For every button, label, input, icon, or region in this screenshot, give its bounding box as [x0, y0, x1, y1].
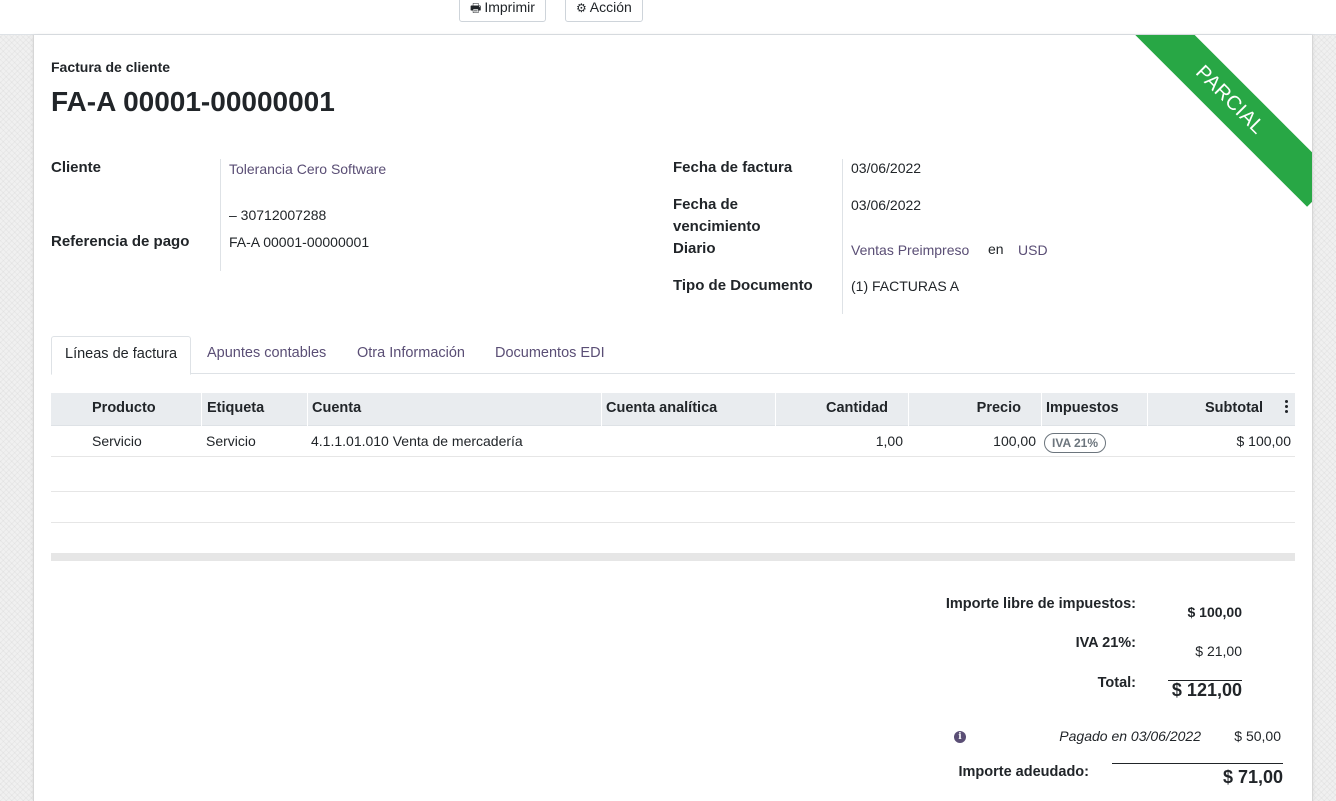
empty-table-row — [51, 492, 1295, 523]
table-footer-band — [51, 553, 1295, 561]
tax-amount-label: IVA 21%: — [1075, 635, 1136, 651]
action-button[interactable]: ⚙ Acción — [565, 0, 643, 22]
tax-amount-value: $ 21,00 — [1195, 643, 1242, 659]
payment-amount: $ 50,00 — [1234, 728, 1281, 744]
column-header-analytic-account[interactable]: Cuenta analítica — [601, 393, 775, 426]
column-header-subtotal[interactable]: Subtotal — [1147, 393, 1295, 426]
journal-label: Diario — [673, 240, 716, 257]
document-type-label: Tipo de Documento — [673, 277, 813, 294]
table-row[interactable]: Servicio Servicio 4.1.1.01.010 Venta de … — [51, 426, 1295, 457]
cell-quantity: 1,00 — [875, 433, 903, 449]
invoice-lines-header: Producto Etiqueta Cuenta Cuenta analític… — [51, 393, 1295, 426]
journal-link[interactable]: Ventas Preimpreso — [851, 239, 969, 261]
print-icon: 🖶 — [470, 0, 482, 15]
print-button[interactable]: 🖶 Imprimir — [459, 0, 546, 22]
untaxed-amount-label: Importe libre de impuestos: — [945, 596, 1136, 612]
amount-due-separator — [1112, 763, 1283, 764]
notebook-tabs: Líneas de factura Apuntes contables Otra… — [51, 336, 1295, 375]
cell-price: 100,00 — [993, 433, 1036, 449]
invoice-date-label: Fecha de factura — [673, 159, 793, 176]
column-header-account[interactable]: Cuenta — [307, 393, 601, 426]
column-header-taxes[interactable]: Impuestos — [1041, 393, 1147, 426]
customer-cuit: – 30712007288 — [229, 207, 327, 223]
column-header-label[interactable]: Etiqueta — [201, 393, 307, 426]
tab-invoice-lines[interactable]: Líneas de factura — [51, 336, 192, 375]
column-header-price[interactable]: Precio — [908, 393, 1041, 426]
invoice-sheet: PARCIAL Factura de cliente FA-A 00001-00… — [33, 35, 1313, 801]
column-header-quantity[interactable]: Cantidad — [775, 393, 908, 426]
column-header-product[interactable]: Producto — [88, 393, 201, 426]
total-label: Total: — [1097, 675, 1136, 691]
document-type-value[interactable]: (1) FACTURAS A — [851, 275, 959, 297]
cell-product: Servicio — [92, 433, 142, 449]
payment-reference-label: Referencia de pago — [51, 233, 190, 250]
field-divider — [842, 159, 843, 314]
amount-due-value: $ 71,00 — [1222, 767, 1283, 787]
empty-table-row — [51, 461, 1295, 492]
journal-in-text: en — [988, 241, 1004, 257]
due-date-value[interactable]: 03/06/2022 — [851, 194, 921, 216]
print-button-label: Imprimir — [484, 0, 535, 15]
optional-columns-icon[interactable] — [1285, 400, 1289, 414]
cell-subtotal: $ 100,00 — [1236, 433, 1292, 449]
field-divider — [220, 159, 221, 271]
payment-date-text: Pagado en 03/06/2022 — [1059, 728, 1201, 744]
document-type-title: Factura de cliente — [51, 59, 171, 75]
tab-journal-items[interactable]: Apuntes contables — [194, 336, 339, 374]
due-date-label-line1: Fecha de — [673, 196, 739, 213]
customer-label: Cliente — [51, 159, 102, 176]
action-button-label: Acción — [589, 0, 632, 15]
currency-link[interactable]: USD — [1018, 239, 1048, 261]
gear-icon: ⚙ — [576, 0, 587, 15]
invoice-number: FA-A 00001-00000001 — [51, 86, 335, 117]
tab-edi-documents[interactable]: Documentos EDI — [482, 336, 618, 374]
cell-label: Servicio — [206, 433, 256, 449]
amount-due-label: Importe adeudado: — [958, 764, 1089, 780]
payment-reference-value[interactable]: FA-A 00001-00000001 — [229, 231, 369, 253]
untaxed-amount-value: $ 100,00 — [1187, 604, 1243, 620]
tax-badge: IVA 21% — [1044, 433, 1107, 453]
customer-link[interactable]: Tolerancia Cero Software — [229, 158, 386, 180]
total-value: $ 121,00 — [1171, 680, 1242, 700]
tab-other-info[interactable]: Otra Información — [344, 336, 478, 374]
invoice-date-value[interactable]: 03/06/2022 — [851, 157, 921, 179]
status-ribbon: PARCIAL — [1123, 35, 1312, 207]
cell-account: 4.1.1.01.010 Venta de mercadería — [311, 433, 523, 449]
payment-info-icon[interactable]: i — [954, 731, 966, 743]
status-ribbon-label: PARCIAL — [1191, 61, 1269, 139]
due-date-label-line2: vencimiento — [673, 218, 761, 235]
control-panel: 🖶 Imprimir ⚙ Acción — [0, 0, 1336, 35]
